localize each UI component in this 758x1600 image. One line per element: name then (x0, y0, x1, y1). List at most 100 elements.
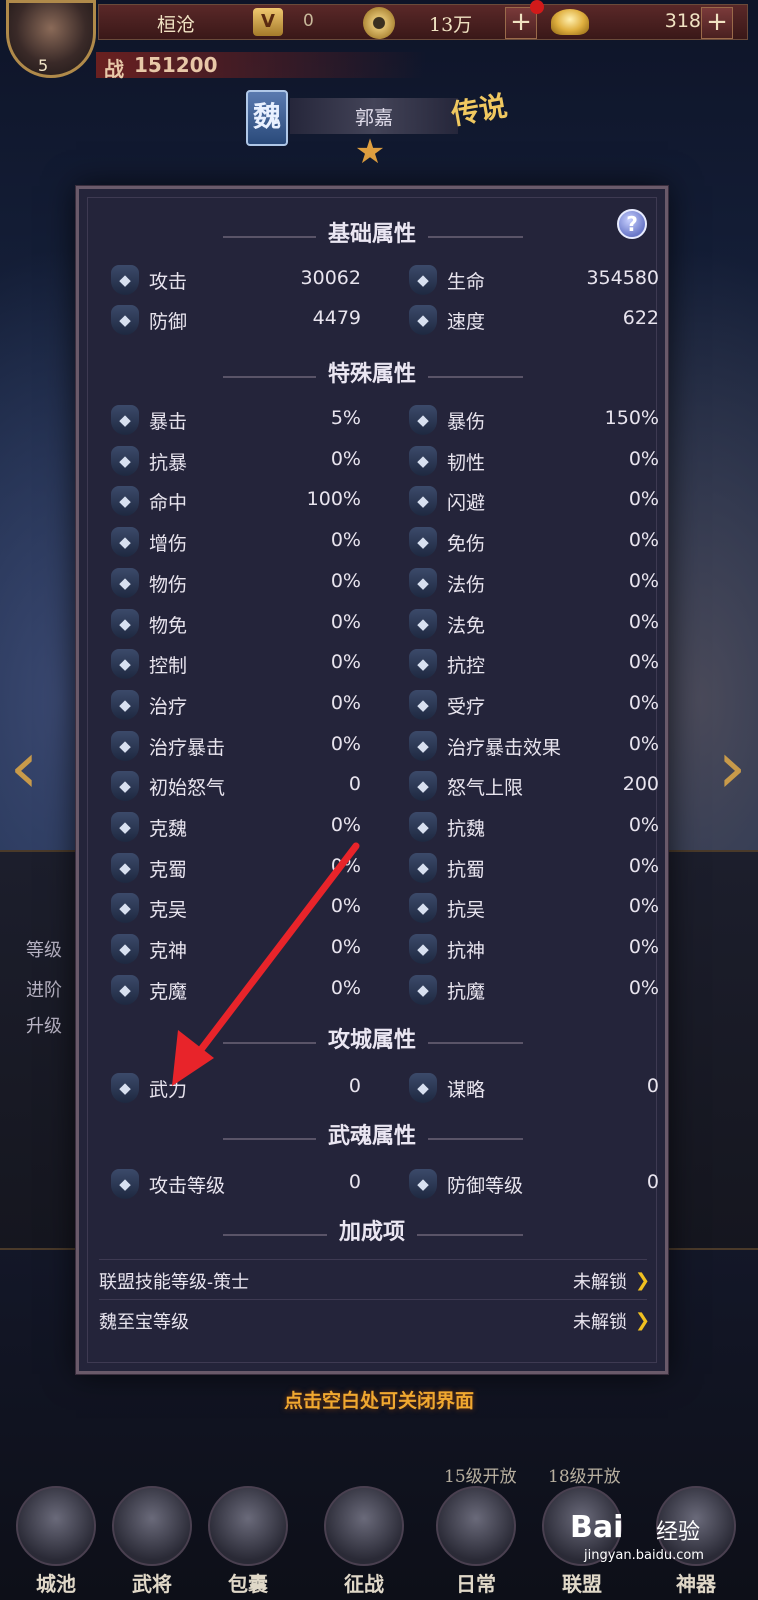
under-item-upgrade[interactable]: 升级 (26, 1012, 62, 1038)
stat-row: ◆ 暴伤 150% (409, 403, 659, 437)
section-siege-title: 攻城属性 (315, 1025, 428, 1055)
stat-label: 克吴 (149, 899, 188, 922)
vip-icon[interactable]: V (253, 8, 283, 36)
stat-row: ◆ 治疗 0% (111, 688, 361, 722)
stat-label: 初始怒气 (149, 777, 226, 800)
stat-row: ◆ 治疗暴击 0% (111, 729, 361, 763)
stat-label: 攻击 (149, 271, 188, 293)
stat-value: 150% (604, 407, 659, 429)
under-item-level[interactable]: 等级 (26, 936, 62, 962)
stat-value: 0% (330, 610, 361, 633)
stat-label: 克魔 (149, 980, 188, 1003)
stat-row: ◆ 抗魏 0% (409, 810, 659, 844)
stat-label: 命中 (149, 492, 188, 515)
stat-row: ◆ 克魏 0% (111, 810, 361, 844)
defense-icon: ◆ (111, 305, 139, 335)
bonus-label: 魏至宝等级 (99, 1312, 189, 1333)
stat-row: ◆ 增伤 0% (111, 525, 361, 559)
next-hero-arrow-icon[interactable]: › (712, 722, 752, 812)
stat-value: 0% (330, 447, 361, 470)
chevron-right-icon[interactable]: ❯ (635, 1311, 655, 1331)
stat-label: 控制 (149, 655, 188, 678)
stat-row: ◆ 武力 0 (111, 1071, 361, 1105)
stat-label: 物伤 (149, 573, 188, 596)
stat-row: ◆ 闪避 0% (409, 484, 659, 518)
bonus-row-treasure[interactable]: 魏至宝等级 未解锁 ❯ (99, 1305, 655, 1337)
stat-row: ◆ 克神 0% (111, 932, 361, 966)
stat-row: ◆ 攻击 30062 (111, 263, 361, 297)
heal-icon: ◆ (111, 689, 139, 720)
nav-city[interactable]: 城池 (8, 1486, 104, 1596)
ingot-icon (551, 9, 589, 35)
stat-row: ◆ 克魔 0% (111, 973, 361, 1007)
close-hint[interactable]: 点击空白处可关闭界面 (0, 1386, 758, 1413)
prev-hero-arrow-icon[interactable]: ‹ (4, 722, 44, 812)
stat-row: ◆ 防御 4479 (111, 303, 361, 337)
stat-row: ◆ 控制 0% (111, 647, 361, 681)
bonus-row-alliance[interactable]: 联盟技能等级-策士 未解锁 ❯ (99, 1265, 655, 1297)
nav-label: 神器 (676, 1572, 716, 1596)
defense-icon: ◆ (409, 1169, 437, 1199)
power-label: 战 (104, 57, 124, 81)
player-avatar[interactable] (6, 0, 96, 78)
stat-row: ◆ 攻击等级 0 (111, 1167, 361, 1201)
nav-generals[interactable]: 武将 (104, 1486, 200, 1596)
helmet-icon (112, 1486, 192, 1566)
accuracy-icon: ◆ (111, 486, 139, 517)
nav-battle[interactable]: 征战 (316, 1486, 412, 1596)
stat-value: 0 (348, 1171, 361, 1193)
combat-power: 战 151200 (96, 52, 426, 81)
physical-resist-icon: ◆ (111, 608, 139, 639)
bonus-label: 联盟技能等级-策士 (99, 1272, 250, 1293)
stat-label: 闪避 (447, 492, 486, 515)
section-soul-title: 武魂属性 (315, 1121, 428, 1151)
crit-icon: ◆ (111, 405, 139, 435)
section-basic: 基础属性 (79, 219, 665, 249)
stat-value: 0% (628, 488, 659, 511)
stat-row: ◆ 抗魔 0% (409, 973, 659, 1007)
stat-value: 200 (622, 773, 659, 796)
stat-row: ◆ 速度 622 (409, 303, 659, 337)
bonus-value: 未解锁 (573, 1272, 627, 1293)
stat-label: 受疗 (447, 695, 486, 718)
stat-value: 0% (330, 895, 361, 918)
heal-crit-icon: ◆ (111, 730, 139, 761)
stat-value: 0% (330, 651, 361, 674)
city-icon (16, 1486, 96, 1566)
vs-god-icon: ◆ (111, 934, 139, 965)
rage-max-icon: ◆ (409, 771, 437, 802)
stat-label: 防御 (149, 311, 188, 333)
section-bonus-title: 加成项 (326, 1217, 417, 1247)
nav-daily[interactable]: 日常 (428, 1486, 524, 1596)
chevron-right-icon[interactable]: ❯ (635, 1271, 655, 1291)
stat-value: 0% (330, 854, 361, 877)
stat-row: ◆ 物伤 0% (111, 566, 361, 600)
stat-value: 0 (646, 1171, 659, 1193)
stat-row: ◆ 克吴 0% (111, 891, 361, 925)
power-value: 151200 (134, 53, 218, 77)
stat-label: 克蜀 (149, 858, 188, 881)
stat-row: ◆ 受疗 0% (409, 688, 659, 722)
stat-label: 生命 (447, 271, 486, 293)
heal-crit-effect-icon: ◆ (409, 730, 437, 761)
stat-value: 0% (628, 936, 659, 959)
stat-value: 0% (628, 976, 659, 999)
player-name: 桓沧 (157, 14, 196, 36)
nav-label: 城池 (36, 1572, 76, 1596)
add-ingots-button[interactable]: + (701, 7, 733, 39)
stat-value: 0% (330, 732, 361, 755)
under-item-advance[interactable]: 进阶 (26, 976, 62, 1002)
top-bar: 5 桓沧 V 0 13万 + 318 + 战 151200 (0, 0, 758, 81)
stat-row: ◆ 怒气上限 200 (409, 769, 659, 803)
resist-shu-icon: ◆ (409, 852, 437, 883)
resource-bar: 桓沧 V 0 13万 + 318 + (98, 4, 748, 40)
stat-row: ◆ 抗蜀 0% (409, 851, 659, 885)
stat-row: ◆ 暴击 5% (111, 403, 361, 437)
stat-row: ◆ 抗暴 0% (111, 444, 361, 478)
nav-bag[interactable]: 包囊 (200, 1486, 296, 1596)
resist-wei-icon: ◆ (409, 812, 437, 842)
strategy-icon: ◆ (409, 1073, 437, 1103)
physical-damage-icon: ◆ (111, 567, 139, 598)
resist-god-icon: ◆ (409, 934, 437, 965)
magic-damage-icon: ◆ (409, 567, 437, 598)
